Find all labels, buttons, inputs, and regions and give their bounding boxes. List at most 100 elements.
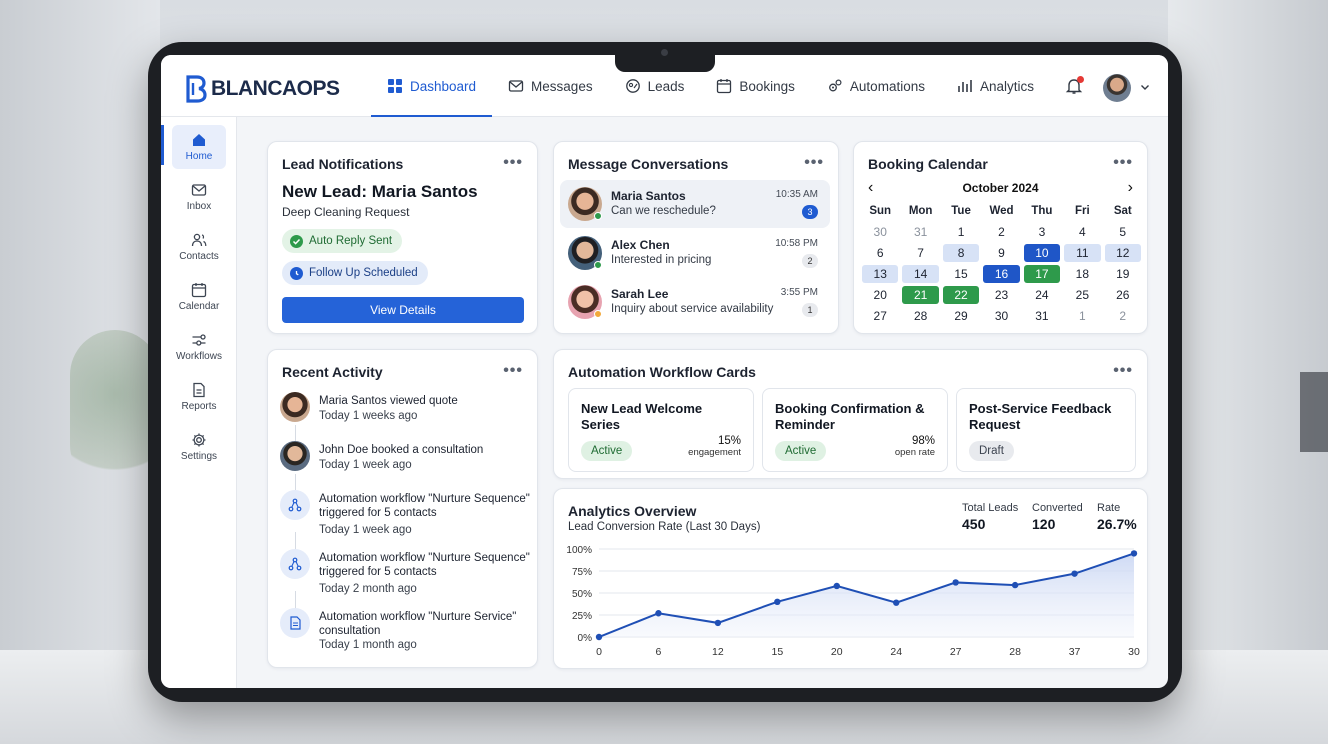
calendar-day[interactable]: 19	[1105, 265, 1141, 283]
activity-item[interactable]: John Doe booked a consultation Today 1 w…	[280, 441, 530, 487]
calendar-day[interactable]: 30	[862, 223, 898, 241]
notifications-button[interactable]	[1065, 76, 1084, 95]
card-title: Lead Notifications	[282, 156, 404, 172]
view-details-button[interactable]: View Details	[282, 297, 524, 323]
calendar-day[interactable]: 11	[1064, 244, 1101, 262]
brand-logo[interactable]: BLANCAOPS	[185, 75, 340, 103]
calendar-day[interactable]: 3	[1024, 223, 1060, 241]
sidebar-item-inbox[interactable]: Inbox	[172, 175, 226, 219]
conversation-item[interactable]: Maria Santos Can we reschedule? 10:35 AM…	[560, 180, 830, 228]
activity-item[interactable]: Automation workflow "Nurture Sequence" t…	[280, 490, 530, 546]
follow-up-label: Follow Up Scheduled	[309, 267, 418, 279]
conversation-item[interactable]: Sarah Lee Inquiry about service availabi…	[560, 278, 830, 326]
stat-value: 98%	[911, 435, 935, 447]
workflow-stat: 98% open rate	[895, 435, 935, 458]
sidebar: Home Inbox Contacts Calendar Workflows R…	[161, 117, 237, 688]
calendar-day[interactable]: 27	[862, 307, 898, 325]
user-avatar[interactable]	[1103, 74, 1131, 102]
calendar-day[interactable]: 2	[1105, 307, 1141, 325]
conversation-item[interactable]: Alex Chen Interested in pricing 10:58 PM…	[560, 229, 830, 277]
sidebar-item-label: Settings	[180, 451, 218, 462]
x-tick-label: 24	[890, 646, 902, 658]
report-icon	[193, 382, 205, 398]
y-tick-label: 50%	[572, 589, 592, 600]
calendar-day[interactable]: 6	[862, 244, 898, 262]
inbox-icon	[191, 184, 207, 196]
lead-name: New Lead: Maria Santos	[282, 182, 478, 201]
chevron-left-icon[interactable]: ‹	[868, 179, 873, 197]
weekday-label: Fri	[1075, 205, 1090, 217]
activity-item[interactable]: Maria Santos viewed quote Today 1 weeks …	[280, 392, 530, 438]
workflow-card[interactable]: Post-Service Feedback Request Draft	[956, 388, 1136, 472]
activity-time: Today 1 weeks ago	[319, 410, 418, 422]
more-menu-button[interactable]: •••	[804, 154, 824, 172]
calendar-day[interactable]: 18	[1064, 265, 1100, 283]
calendar-day[interactable]: 5	[1105, 223, 1141, 241]
sidebar-item-home[interactable]: Home	[172, 125, 226, 169]
calendar-day[interactable]: 10	[1023, 244, 1061, 262]
app-screen: BLANCAOPS Dashboard Messages Leads Booki…	[161, 55, 1168, 688]
calendar-day[interactable]: 31	[1024, 307, 1060, 325]
calendar-day[interactable]: 22	[942, 286, 980, 304]
calendar-day[interactable]: 7	[902, 244, 938, 262]
more-menu-button[interactable]: •••	[1113, 362, 1133, 380]
more-menu-button[interactable]: •••	[503, 362, 523, 380]
calendar-day[interactable]: 17	[1023, 265, 1061, 283]
document-icon	[280, 608, 310, 638]
sidebar-item-reports[interactable]: Reports	[172, 375, 226, 419]
calendar-day[interactable]: 9	[983, 244, 1019, 262]
sidebar-item-workflows[interactable]: Workflows	[172, 325, 226, 369]
more-menu-button[interactable]: •••	[503, 154, 523, 172]
calendar-day[interactable]: 23	[983, 286, 1019, 304]
calendar-day[interactable]: 1	[1064, 307, 1100, 325]
weekday-label: Thu	[1031, 205, 1053, 217]
activity-item[interactable]: Automation workflow "Nurture Service" co…	[280, 608, 530, 664]
activity-time: Today 1 week ago	[319, 459, 412, 471]
online-status-dot	[594, 261, 602, 269]
calendar-day[interactable]: 20	[862, 286, 898, 304]
workflow-card[interactable]: New Lead Welcome Series Active 15% engag…	[568, 388, 754, 472]
more-menu-button[interactable]: •••	[1113, 154, 1133, 172]
calendar-day[interactable]: 16	[983, 265, 1020, 283]
calendar-day[interactable]: 8	[942, 244, 980, 262]
background-plant	[70, 330, 160, 490]
nav-bookings[interactable]: Bookings	[700, 55, 811, 117]
activity-text: Automation workflow "Nurture Service" co…	[319, 611, 517, 637]
calendar-day[interactable]: 14	[902, 265, 939, 283]
data-point	[1130, 550, 1138, 557]
calendar-day[interactable]: 21	[902, 286, 939, 304]
avatar	[280, 392, 310, 422]
nav-dashboard[interactable]: Dashboard	[371, 55, 493, 117]
nav-messages[interactable]: Messages	[492, 55, 609, 117]
calendar-day[interactable]: 24	[1024, 286, 1060, 304]
sidebar-item-settings[interactable]: Settings	[172, 425, 226, 469]
calendar-day[interactable]: 25	[1064, 286, 1100, 304]
sidebar-item-calendar[interactable]: Calendar	[172, 275, 226, 319]
calendar-day[interactable]: 29	[943, 307, 979, 325]
calendar-day[interactable]: 2	[983, 223, 1019, 241]
chevron-down-icon[interactable]	[1139, 81, 1151, 93]
leads-icon	[625, 79, 640, 93]
analytics-overview-card: Analytics Overview Lead Conversion Rate …	[553, 488, 1148, 669]
nav-automations[interactable]: Automations	[811, 55, 941, 117]
data-point	[1071, 570, 1078, 577]
calendar-day[interactable]: 1	[943, 223, 979, 241]
calendar-day[interactable]: 31	[902, 223, 938, 241]
activity-item[interactable]: Automation workflow "Nurture Sequence" t…	[280, 549, 530, 605]
nav-analytics[interactable]: Analytics	[941, 55, 1050, 117]
sidebar-item-contacts[interactable]: Contacts	[172, 225, 226, 269]
calendar-day[interactable]: 13	[862, 265, 899, 283]
calendar-day[interactable]: 15	[943, 265, 979, 283]
conversation-name: Sarah Lee	[611, 287, 669, 301]
avatar	[280, 441, 310, 471]
nav-leads-label: Leads	[647, 78, 685, 94]
calendar-day[interactable]: 28	[902, 307, 938, 325]
activity-text: Maria Santos viewed quote	[319, 395, 458, 407]
calendar-day[interactable]: 26	[1105, 286, 1141, 304]
chevron-right-icon[interactable]: ›	[1128, 179, 1133, 197]
calendar-day[interactable]: 30	[983, 307, 1019, 325]
workflow-card[interactable]: Booking Confirmation & Reminder Active 9…	[762, 388, 948, 472]
calendar-day[interactable]: 4	[1064, 223, 1100, 241]
conversation-preview: Inquiry about service availability	[611, 303, 774, 315]
calendar-day[interactable]: 12	[1104, 244, 1141, 262]
